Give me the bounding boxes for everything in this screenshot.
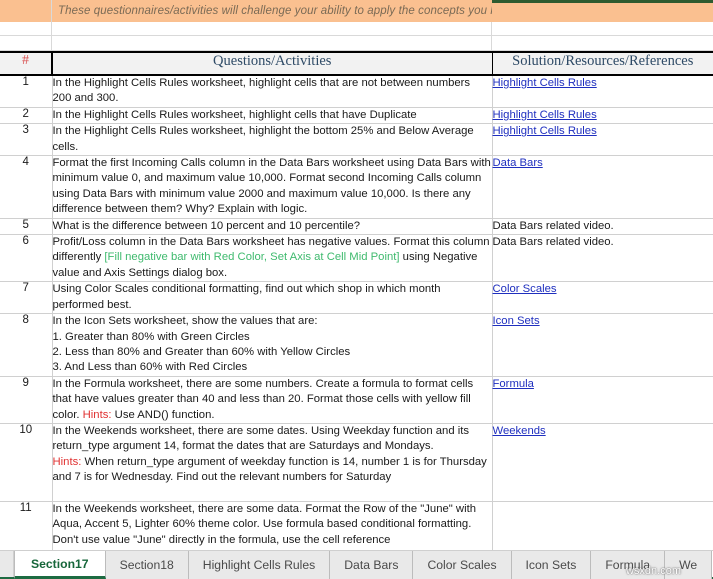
empty-cell xyxy=(0,22,52,36)
row-number: 3 xyxy=(0,124,52,156)
question-text: Use AND() function. xyxy=(112,409,215,421)
question-text: In the Highlight Cells Rules worksheet, … xyxy=(53,125,474,152)
banner-cell-left xyxy=(0,0,52,22)
table-row: 5What is the difference between 10 perce… xyxy=(0,218,713,234)
question-cell: In the Highlight Cells Rules worksheet, … xyxy=(52,107,492,123)
question-text: In the Weekends worksheet, there are som… xyxy=(53,503,477,546)
solution-cell: Data Bars related video. xyxy=(492,235,713,282)
question-cell: Profit/Loss column in the Data Bars work… xyxy=(52,235,492,282)
sheet-tab-section18[interactable]: Section18 xyxy=(106,551,189,579)
solution-cell[interactable]: Highlight Cells Rules xyxy=(492,124,713,156)
row-number: 10 xyxy=(0,423,52,501)
question-cell: Format the first Incoming Calls column i… xyxy=(52,156,492,219)
row-number: 6 xyxy=(0,235,52,282)
banner-cell-main: These questionnaires/activities will cha… xyxy=(52,0,492,22)
solution-cell[interactable]: Data Bars xyxy=(492,156,713,219)
solution-cell[interactable]: Icon Sets xyxy=(492,314,713,377)
solution-cell[interactable]: Highlight Cells Rules xyxy=(492,107,713,123)
empty-row-2 xyxy=(0,36,713,51)
question-emphasis-green: [Fill negative bar with Red Color, Set A… xyxy=(104,251,399,263)
question-cell: In the Weekends worksheet, there are som… xyxy=(52,423,492,501)
row-number: 9 xyxy=(0,376,52,423)
solution-text: Data Bars related video. xyxy=(493,219,614,234)
table-row: 10In the Weekends worksheet, there are s… xyxy=(0,423,713,501)
table-row: 4Format the first Incoming Calls column … xyxy=(0,156,713,219)
header-questions: Questions/Activities xyxy=(52,52,492,75)
question-text: What is the difference between 10 percen… xyxy=(53,220,361,232)
table-row: 7Using Color Scales conditional formatti… xyxy=(0,282,713,314)
sheet-tab-we[interactable]: We xyxy=(665,551,712,579)
question-text: Format the first Incoming Calls column i… xyxy=(53,157,491,215)
question-cell: What is the difference between 10 percen… xyxy=(52,218,492,234)
question-hint-label: Hints: xyxy=(83,409,112,421)
solution-cell[interactable]: Highlight Cells Rules xyxy=(492,75,713,107)
sheet-tab-icon-sets[interactable]: Icon Sets xyxy=(512,551,592,579)
table-row: 3In the Highlight Cells Rules worksheet,… xyxy=(0,124,713,156)
question-text: In the Highlight Cells Rules worksheet, … xyxy=(53,77,471,104)
row-number: 2 xyxy=(0,107,52,123)
question-cell: In the Highlight Cells Rules worksheet, … xyxy=(52,75,492,107)
activities-table: # Questions/Activities Solution/Resource… xyxy=(0,51,713,557)
table-row: 8In the Icon Sets worksheet, show the va… xyxy=(0,314,713,377)
question-cell: Using Color Scales conditional formattin… xyxy=(52,282,492,314)
question-text: In the Weekends worksheet, there are som… xyxy=(53,425,470,452)
header-number: # xyxy=(0,52,52,75)
header-solution: Solution/Resources/References xyxy=(492,52,713,75)
question-cell: In the Formula worksheet, there are some… xyxy=(52,376,492,423)
question-text: When return_type argument of weekday fun… xyxy=(53,456,487,483)
table-row: 1In the Highlight Cells Rules worksheet,… xyxy=(0,75,713,107)
question-text: Using Color Scales conditional formattin… xyxy=(53,283,441,310)
row-number: 1 xyxy=(0,75,52,107)
question-text: In the Highlight Cells Rules worksheet, … xyxy=(53,109,417,121)
tab-bar-leading-spacer xyxy=(0,551,14,579)
solution-link[interactable]: Icon Sets xyxy=(493,314,540,329)
empty-cell xyxy=(52,22,492,36)
sheet-tab-color-scales[interactable]: Color Scales xyxy=(413,551,511,579)
sheet-tab-section17[interactable]: Section17 xyxy=(14,551,106,579)
banner-text: These questionnaires/activities will cha… xyxy=(58,5,492,17)
empty-cell xyxy=(52,36,492,51)
question-cell: In the Highlight Cells Rules worksheet, … xyxy=(52,124,492,156)
solution-text: Data Bars related video. xyxy=(493,235,614,250)
row-number: 5 xyxy=(0,218,52,234)
sheet-tab-bar[interactable]: Section17Section18Highlight Cells RulesD… xyxy=(0,550,713,579)
solution-cell: Data Bars related video. xyxy=(492,218,713,234)
question-text: In the Icon Sets worksheet, show the val… xyxy=(53,315,351,373)
solution-link[interactable]: Highlight Cells Rules xyxy=(493,108,597,123)
top-banner: These questionnaires/activities will cha… xyxy=(0,0,713,22)
empty-row-1 xyxy=(0,22,713,36)
table-row: 2In the Highlight Cells Rules worksheet,… xyxy=(0,107,713,123)
row-number: 8 xyxy=(0,314,52,377)
table-row: 11In the Weekends worksheet, there are s… xyxy=(0,501,713,556)
sheet-tabs: Section17Section18Highlight Cells RulesD… xyxy=(14,551,712,579)
solution-link[interactable]: Highlight Cells Rules xyxy=(493,124,597,139)
solution-link[interactable]: Highlight Cells Rules xyxy=(493,76,597,91)
row-number: 11 xyxy=(0,501,52,556)
table-body: 1In the Highlight Cells Rules worksheet,… xyxy=(0,75,713,556)
table-row: 9In the Formula worksheet, there are som… xyxy=(0,376,713,423)
solution-link[interactable]: Weekends xyxy=(493,424,546,439)
sheet-tab-highlight-cells-rules[interactable]: Highlight Cells Rules xyxy=(189,551,330,579)
solution-link[interactable]: Formula xyxy=(493,377,534,392)
row-number: 7 xyxy=(0,282,52,314)
empty-cell xyxy=(0,36,52,51)
solution-cell[interactable]: Color Scales xyxy=(492,282,713,314)
empty-cell xyxy=(492,36,713,51)
row-number: 4 xyxy=(0,156,52,219)
solution-cell[interactable]: Weekends xyxy=(492,423,713,501)
solution-cell[interactable]: Formula xyxy=(492,376,713,423)
question-hint-label: Hints: xyxy=(53,456,82,468)
sheet-tab-formula[interactable]: Formula xyxy=(591,551,665,579)
banner-cell-right-accent xyxy=(492,0,713,22)
table-header-row: # Questions/Activities Solution/Resource… xyxy=(0,52,713,75)
solution-link[interactable]: Color Scales xyxy=(493,282,557,297)
sheet-tab-data-bars[interactable]: Data Bars xyxy=(330,551,413,579)
empty-cell xyxy=(492,22,713,36)
question-cell: In the Icon Sets worksheet, show the val… xyxy=(52,314,492,377)
solution-link[interactable]: Data Bars xyxy=(493,156,543,171)
question-cell: In the Weekends worksheet, there are som… xyxy=(52,501,492,556)
solution-cell xyxy=(492,501,713,556)
table-row: 6Profit/Loss column in the Data Bars wor… xyxy=(0,235,713,282)
